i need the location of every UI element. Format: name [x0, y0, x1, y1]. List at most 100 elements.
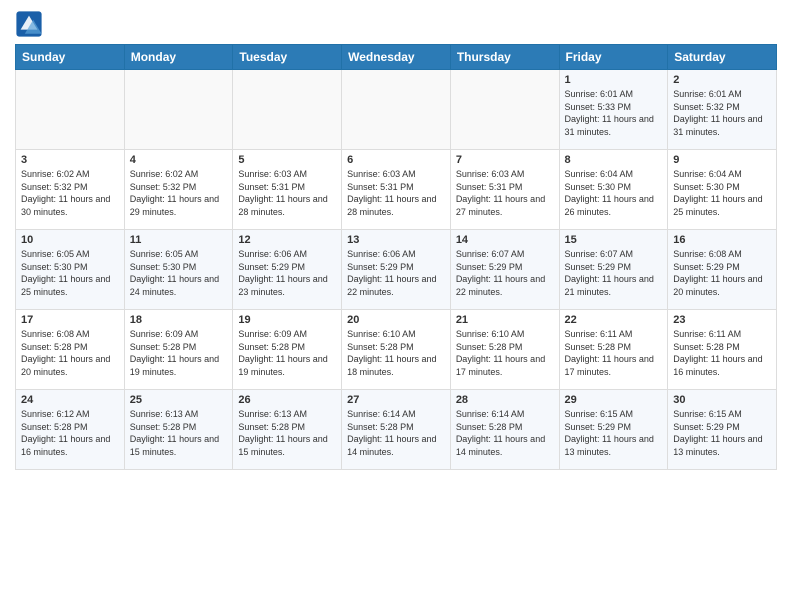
- calendar-cell: 30Sunrise: 6:15 AM Sunset: 5:29 PM Dayli…: [668, 390, 777, 470]
- day-info: Sunrise: 6:09 AM Sunset: 5:28 PM Dayligh…: [238, 328, 336, 378]
- calendar-cell: 3 Sunrise: 6:02 AM Sunset: 5:32 PM Daylig…: [16, 150, 125, 230]
- calendar-cell: 16 Sunrise: 6:08 AM Sunset: 5:29 PM Dayli…: [668, 230, 777, 310]
- calendar-cell: 4 Sunrise: 6:02 AM Sunset: 5:32 PM Daylig…: [124, 150, 233, 230]
- day-number: 25: [130, 394, 228, 406]
- day-info: Sunrise: 6:10 AM Sunset: 5:28 PM Dayligh…: [456, 328, 554, 378]
- day-info: Sunrise: 6:02 AM Sunset: 5:32 PM Dayligh…: [21, 168, 119, 218]
- day-info: Sunrise: 6:11 AM Sunset: 5:28 PM Dayligh…: [565, 328, 663, 378]
- calendar-cell: [16, 70, 125, 150]
- calendar-table: SundayMondayTuesdayWednesdayThursdayFrid…: [15, 44, 777, 470]
- calendar-cell: 1Sunrise: 6:01 AM Sunset: 5:33 PM Daylig…: [559, 70, 668, 150]
- calendar-cell: 8 Sunrise: 6:04 AM Sunset: 5:30 PM Daylig…: [559, 150, 668, 230]
- day-info: Sunrise: 6:14 AM Sunset: 5:28 PM Dayligh…: [347, 408, 445, 458]
- day-number: 23: [673, 314, 771, 326]
- day-info: Sunrise: 6:08 AM Sunset: 5:29 PM Dayligh…: [673, 248, 771, 298]
- calendar-cell: 2 Sunrise: 6:01 AM Sunset: 5:32 PM Daylig…: [668, 70, 777, 150]
- day-info: Sunrise: 6:06 AM Sunset: 5:29 PM Dayligh…: [238, 248, 336, 298]
- day-number: 28: [456, 394, 554, 406]
- calendar-cell: [124, 70, 233, 150]
- day-number: 19: [238, 314, 336, 326]
- day-info: Sunrise: 6:05 AM Sunset: 5:30 PM Dayligh…: [21, 248, 119, 298]
- day-info: Sunrise: 6:03 AM Sunset: 5:31 PM Dayligh…: [347, 168, 445, 218]
- calendar-header-row: SundayMondayTuesdayWednesdayThursdayFrid…: [16, 45, 777, 70]
- calendar-cell: 6Sunrise: 6:03 AM Sunset: 5:31 PM Daylig…: [342, 150, 451, 230]
- day-number: 4: [130, 154, 228, 166]
- day-number: 16: [673, 234, 771, 246]
- logo-icon: [15, 10, 43, 38]
- weekday-header: Friday: [559, 45, 668, 70]
- day-info: Sunrise: 6:04 AM Sunset: 5:30 PM Dayligh…: [673, 168, 771, 218]
- calendar-week-row: 1Sunrise: 6:01 AM Sunset: 5:33 PM Daylig…: [16, 70, 777, 150]
- calendar-cell: 28 Sunrise: 6:14 AM Sunset: 5:28 PM Dayli…: [450, 390, 559, 470]
- calendar-cell: 13 Sunrise: 6:06 AM Sunset: 5:29 PM Dayli…: [342, 230, 451, 310]
- calendar-cell: 5 Sunrise: 6:03 AM Sunset: 5:31 PM Daylig…: [233, 150, 342, 230]
- day-info: Sunrise: 6:04 AM Sunset: 5:30 PM Dayligh…: [565, 168, 663, 218]
- day-info: Sunrise: 6:15 AM Sunset: 5:29 PM Dayligh…: [565, 408, 663, 458]
- day-info: Sunrise: 6:05 AM Sunset: 5:30 PM Dayligh…: [130, 248, 228, 298]
- day-info: Sunrise: 6:13 AM Sunset: 5:28 PM Dayligh…: [238, 408, 336, 458]
- day-number: 12: [238, 234, 336, 246]
- calendar-cell: 29 Sunrise: 6:15 AM Sunset: 5:29 PM Dayli…: [559, 390, 668, 470]
- day-number: 29: [565, 394, 663, 406]
- day-number: 15: [565, 234, 663, 246]
- day-info: Sunrise: 6:03 AM Sunset: 5:31 PM Dayligh…: [238, 168, 336, 218]
- day-info: Sunrise: 6:11 AM Sunset: 5:28 PM Dayligh…: [673, 328, 771, 378]
- day-number: 13: [347, 234, 445, 246]
- calendar-week-row: 17 Sunrise: 6:08 AM Sunset: 5:28 PM Dayli…: [16, 310, 777, 390]
- calendar-cell: 17 Sunrise: 6:08 AM Sunset: 5:28 PM Dayli…: [16, 310, 125, 390]
- day-number: 18: [130, 314, 228, 326]
- calendar-cell: 19 Sunrise: 6:09 AM Sunset: 5:28 PM Dayli…: [233, 310, 342, 390]
- calendar-cell: 27 Sunrise: 6:14 AM Sunset: 5:28 PM Dayli…: [342, 390, 451, 470]
- day-number: 11: [130, 234, 228, 246]
- day-number: 5: [238, 154, 336, 166]
- calendar-cell: 18 Sunrise: 6:09 AM Sunset: 5:28 PM Dayli…: [124, 310, 233, 390]
- day-info: Sunrise: 6:06 AM Sunset: 5:29 PM Dayligh…: [347, 248, 445, 298]
- day-info: Sunrise: 6:09 AM Sunset: 5:28 PM Dayligh…: [130, 328, 228, 378]
- calendar-cell: 24 Sunrise: 6:12 AM Sunset: 5:28 PM Dayli…: [16, 390, 125, 470]
- day-number: 27: [347, 394, 445, 406]
- logo: [15, 10, 47, 38]
- day-info: Sunrise: 6:15 AM Sunset: 5:29 PM Dayligh…: [673, 408, 771, 458]
- day-number: 22: [565, 314, 663, 326]
- day-info: Sunrise: 6:07 AM Sunset: 5:29 PM Dayligh…: [565, 248, 663, 298]
- day-info: Sunrise: 6:01 AM Sunset: 5:33 PM Dayligh…: [565, 88, 663, 138]
- day-info: Sunrise: 6:01 AM Sunset: 5:32 PM Dayligh…: [673, 88, 771, 138]
- day-info: Sunrise: 6:10 AM Sunset: 5:28 PM Dayligh…: [347, 328, 445, 378]
- calendar-cell: 12 Sunrise: 6:06 AM Sunset: 5:29 PM Dayli…: [233, 230, 342, 310]
- calendar-cell: 14Sunrise: 6:07 AM Sunset: 5:29 PM Dayli…: [450, 230, 559, 310]
- calendar-cell: 21Sunrise: 6:10 AM Sunset: 5:28 PM Dayli…: [450, 310, 559, 390]
- weekday-header: Thursday: [450, 45, 559, 70]
- day-number: 20: [347, 314, 445, 326]
- day-number: 26: [238, 394, 336, 406]
- calendar-cell: 26 Sunrise: 6:13 AM Sunset: 5:28 PM Dayli…: [233, 390, 342, 470]
- calendar-cell: 20 Sunrise: 6:10 AM Sunset: 5:28 PM Dayli…: [342, 310, 451, 390]
- weekday-header: Saturday: [668, 45, 777, 70]
- calendar-week-row: 10 Sunrise: 6:05 AM Sunset: 5:30 PM Dayli…: [16, 230, 777, 310]
- calendar-week-row: 3 Sunrise: 6:02 AM Sunset: 5:32 PM Daylig…: [16, 150, 777, 230]
- calendar-cell: 11 Sunrise: 6:05 AM Sunset: 5:30 PM Dayli…: [124, 230, 233, 310]
- calendar-cell: 9 Sunrise: 6:04 AM Sunset: 5:30 PM Daylig…: [668, 150, 777, 230]
- day-info: Sunrise: 6:03 AM Sunset: 5:31 PM Dayligh…: [456, 168, 554, 218]
- day-number: 24: [21, 394, 119, 406]
- day-number: 3: [21, 154, 119, 166]
- day-number: 8: [565, 154, 663, 166]
- weekday-header: Monday: [124, 45, 233, 70]
- weekday-header: Tuesday: [233, 45, 342, 70]
- calendar-cell: 7 Sunrise: 6:03 AM Sunset: 5:31 PM Daylig…: [450, 150, 559, 230]
- weekday-header: Wednesday: [342, 45, 451, 70]
- day-info: Sunrise: 6:12 AM Sunset: 5:28 PM Dayligh…: [21, 408, 119, 458]
- day-info: Sunrise: 6:02 AM Sunset: 5:32 PM Dayligh…: [130, 168, 228, 218]
- day-info: Sunrise: 6:08 AM Sunset: 5:28 PM Dayligh…: [21, 328, 119, 378]
- day-number: 7: [456, 154, 554, 166]
- calendar-cell: [233, 70, 342, 150]
- page-header: [15, 10, 777, 38]
- day-number: 17: [21, 314, 119, 326]
- calendar-cell: 15 Sunrise: 6:07 AM Sunset: 5:29 PM Dayli…: [559, 230, 668, 310]
- day-number: 9: [673, 154, 771, 166]
- calendar-cell: 22 Sunrise: 6:11 AM Sunset: 5:28 PM Dayli…: [559, 310, 668, 390]
- calendar-cell: [342, 70, 451, 150]
- day-number: 14: [456, 234, 554, 246]
- day-number: 10: [21, 234, 119, 246]
- day-info: Sunrise: 6:14 AM Sunset: 5:28 PM Dayligh…: [456, 408, 554, 458]
- day-number: 2: [673, 74, 771, 86]
